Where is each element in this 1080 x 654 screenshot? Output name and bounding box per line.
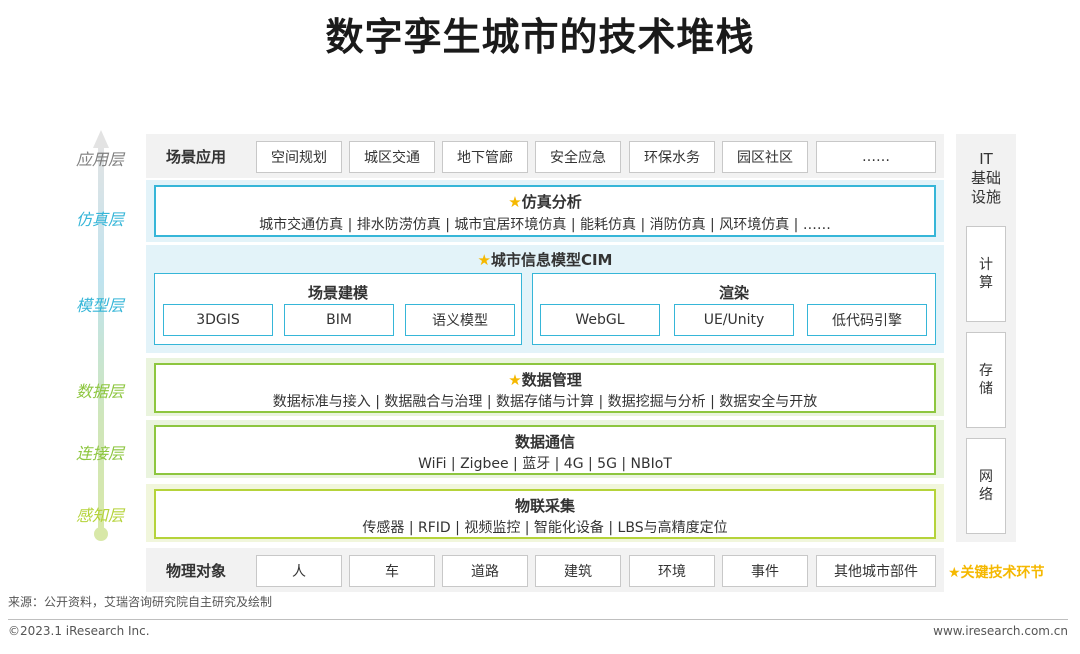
comm-frame: 数据通信 WiFi | Zigbee | 蓝牙 | 4G | 5G | NBIo…: [154, 425, 936, 475]
source-note: 来源：公开资料，艾瑞咨询研究院自主研究及绘制: [8, 595, 273, 609]
footer-divider: [8, 619, 1068, 620]
layer-label-simulation: 仿真层: [75, 210, 124, 229]
app-item-park-community: 园区社区: [722, 141, 808, 173]
render-title: 渲染: [718, 284, 749, 302]
render-item-webgl: WebGL: [540, 304, 660, 336]
app-item-urban-traffic: 城区交通: [349, 141, 435, 173]
website: www.iresearch.com.cn: [933, 624, 1068, 638]
render-item-ue-unity: UE/Unity: [674, 304, 794, 336]
data-mgmt-frame: ★数据管理 数据标准与接入 | 数据融合与治理 | 数据存储与计算 | 数据挖掘…: [154, 363, 936, 413]
layer-label-application: 应用层: [75, 150, 124, 169]
physical-item-people: 人: [256, 555, 342, 587]
physical-item-vehicle: 车: [349, 555, 435, 587]
it-item-network: 网 络: [966, 438, 1006, 534]
data-mgmt-subtitle: 数据标准与接入 | 数据融合与治理 | 数据存储与计算 | 数据挖掘与分析 | …: [272, 394, 818, 410]
application-header: 场景应用: [165, 148, 226, 166]
star-icon: ★: [508, 193, 522, 211]
iot-title: 物联采集: [514, 497, 575, 515]
scene-item-3dgis: 3DGIS: [163, 304, 273, 336]
data-mgmt-title: ★数据管理: [508, 371, 582, 389]
physical-header: 物理对象: [165, 562, 226, 580]
it-infra-header: IT 基础 设施: [970, 150, 1001, 206]
scene-modeling-title: 场景建模: [307, 284, 368, 302]
layer-label-perception: 感知层: [75, 506, 124, 525]
physical-item-building: 建筑: [535, 555, 621, 587]
simulation-frame: ★仿真分析 城市交通仿真 | 排水防涝仿真 | 城市宜居环境仿真 | 能耗仿真 …: [154, 185, 936, 237]
physical-item-other-components: 其他城市部件: [816, 555, 936, 587]
model-title: ★城市信息模型CIM: [477, 251, 613, 269]
iot-frame: 物联采集 传感器 | RFID | 视频监控 | 智能化设备 | LBS与高精度…: [154, 489, 936, 539]
app-item-spatial-planning: 空间规划: [256, 141, 342, 173]
copyright: ©2023.1 iResearch Inc.: [8, 624, 150, 638]
physical-item-event: 事件: [722, 555, 808, 587]
app-item-environment-water: 环保水务: [629, 141, 715, 173]
star-icon: ★: [508, 371, 522, 389]
layer-label-data: 数据层: [75, 382, 124, 401]
layer-label-connection: 连接层: [75, 444, 124, 463]
iot-subtitle: 传感器 | RFID | 视频监控 | 智能化设备 | LBS与高精度定位: [362, 520, 728, 536]
it-item-storage: 存 储: [966, 332, 1006, 428]
comm-title: 数据通信: [514, 433, 575, 451]
scene-item-bim: BIM: [284, 304, 394, 336]
physical-item-environment: 环境: [629, 555, 715, 587]
comm-subtitle: WiFi | Zigbee | 蓝牙 | 4G | 5G | NBIoT: [418, 456, 672, 472]
app-item-utility-tunnel: 地下管廊: [442, 141, 528, 173]
simulation-subtitle: 城市交通仿真 | 排水防涝仿真 | 城市宜居环境仿真 | 能耗仿真 | 消防仿真…: [259, 217, 831, 233]
page-title: 数字孪生城市的技术堆栈: [325, 15, 755, 59]
simulation-title: ★仿真分析: [508, 193, 582, 211]
star-icon: ★: [477, 251, 491, 269]
render-item-lowcode-engine: 低代码引擎: [807, 304, 927, 336]
layer-label-model: 模型层: [75, 296, 124, 315]
layer-arrow-icon: [93, 130, 109, 541]
app-item-more: ……: [816, 141, 936, 173]
legend-key-tech: ★关键技术环节: [948, 565, 1045, 581]
app-item-emergency: 安全应急: [535, 141, 621, 173]
physical-item-road: 道路: [442, 555, 528, 587]
scene-item-semantic-model: 语义模型: [405, 304, 515, 336]
it-item-compute: 计 算: [966, 226, 1006, 322]
